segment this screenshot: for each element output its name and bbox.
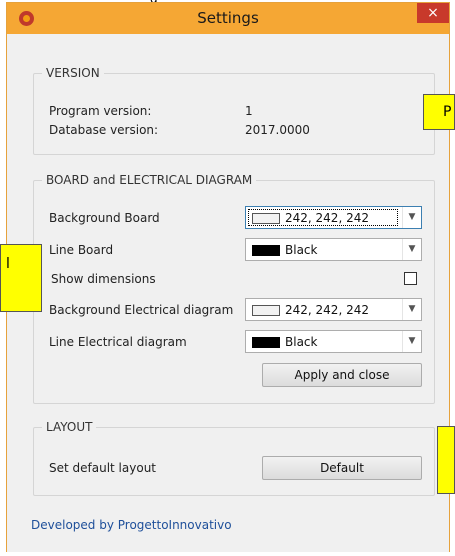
- overlay-box-top-right: P: [423, 94, 455, 130]
- overlay-text-top-right: P: [443, 104, 452, 120]
- background-board-select[interactable]: 242, 242, 242 ▼: [245, 206, 422, 229]
- layout-legend: LAYOUT: [42, 420, 97, 434]
- board-legend: BOARD and ELECTRICAL DIAGRAM: [42, 173, 257, 187]
- overlay-text-left: l: [6, 256, 10, 272]
- default-button[interactable]: Default: [262, 456, 422, 480]
- line-board-value: Black: [285, 243, 318, 257]
- show-dimensions-checkbox[interactable]: [404, 272, 417, 285]
- apply-and-close-button[interactable]: Apply and close: [262, 363, 422, 387]
- version-group: VERSION Program version: 1 Database vers…: [33, 66, 435, 155]
- board-diagram-group: BOARD and ELECTRICAL DIAGRAM Background …: [33, 173, 435, 404]
- line-board-selection: Black: [249, 242, 397, 257]
- window-title: Settings: [197, 9, 259, 27]
- line-electrical-label: Line Electrical diagram: [49, 335, 187, 349]
- version-legend: VERSION: [42, 66, 104, 80]
- title-bar: Settings ×: [7, 3, 449, 34]
- color-swatch-light: [252, 305, 280, 316]
- line-board-label: Line Board: [49, 243, 114, 257]
- color-swatch-light: [252, 213, 280, 224]
- overlay-box-left: l: [0, 244, 42, 312]
- chevron-down-icon[interactable]: ▼: [402, 207, 421, 228]
- developer-credit: Developed by ProgettoInnovativo: [31, 518, 232, 532]
- background-electrical-value: 242, 242, 242: [285, 303, 369, 317]
- line-electrical-value: Black: [285, 335, 318, 349]
- chevron-down-icon[interactable]: ▼: [402, 331, 421, 352]
- set-default-layout-label: Set default layout: [49, 461, 156, 475]
- show-dimensions-label: Show dimensions: [51, 272, 156, 286]
- database-version-value: 2017.0000: [245, 123, 310, 137]
- chevron-down-icon[interactable]: ▼: [402, 299, 421, 320]
- dialog-body: VERSION Program version: 1 Database vers…: [7, 34, 449, 552]
- program-version-label: Program version:: [49, 104, 152, 118]
- background-board-label: Background Board: [49, 211, 160, 225]
- color-swatch-black: [252, 337, 280, 348]
- background-electrical-select[interactable]: 242, 242, 242 ▼: [245, 298, 422, 321]
- color-swatch-black: [252, 245, 280, 256]
- background-board-selection: 242, 242, 242: [248, 209, 398, 226]
- background-board-value: 242, 242, 242: [285, 211, 369, 225]
- settings-window: Settings × VERSION Program version: 1 Da…: [6, 2, 450, 552]
- background-electrical-label: Background Electrical diagram: [49, 303, 234, 317]
- line-board-select[interactable]: Black ▼: [245, 238, 422, 261]
- layout-group: LAYOUT Set default layout Default: [33, 420, 435, 496]
- close-icon[interactable]: ×: [417, 3, 449, 23]
- background-electrical-selection: 242, 242, 242: [249, 302, 397, 317]
- overlay-box-bottom-right: [437, 426, 455, 494]
- database-version-label: Database version:: [49, 123, 159, 137]
- chevron-down-icon[interactable]: ▼: [402, 239, 421, 260]
- program-version-value: 1: [245, 104, 253, 118]
- line-electrical-selection: Black: [249, 334, 397, 349]
- line-electrical-select[interactable]: Black ▼: [245, 330, 422, 353]
